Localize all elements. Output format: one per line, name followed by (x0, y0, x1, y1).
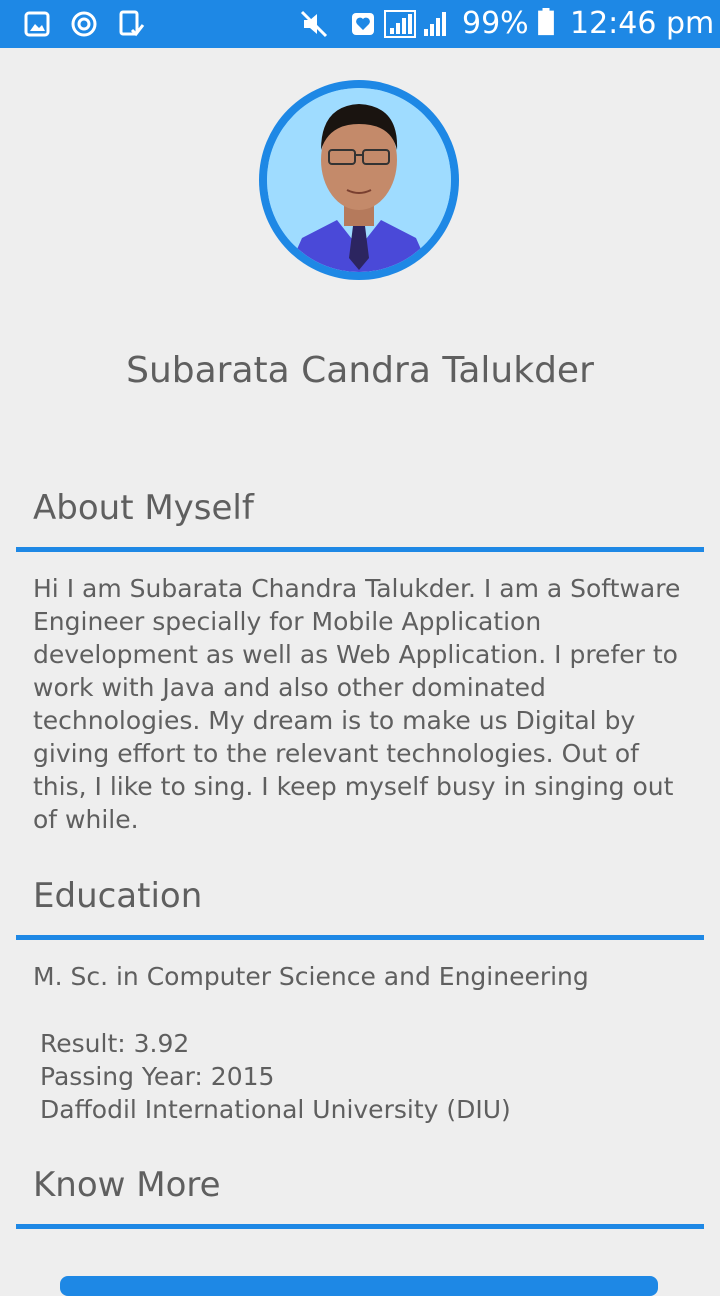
profile-name: Subarata Candra Talukder (126, 350, 594, 391)
education-degree: M. Sc. in Computer Science and Engineeri… (33, 962, 589, 991)
know-more-title: Know More (33, 1165, 221, 1205)
status-bar: 99% 12:46 pm (0, 0, 720, 48)
battery-icon (538, 8, 554, 36)
about-text: Hi I am Subarata Chandra Talukder. I am … (33, 574, 681, 834)
clock: 12:46 pm (570, 6, 715, 41)
profile-avatar[interactable] (259, 80, 459, 280)
signal-icon (424, 12, 446, 36)
education-divider (16, 935, 704, 940)
sync-icon (71, 11, 97, 37)
gallery-icon (24, 11, 50, 37)
mute-icon (300, 10, 328, 38)
about-divider (16, 547, 704, 552)
heart-status-icon (352, 13, 374, 35)
education-result: Result: 3.92 (40, 1029, 190, 1058)
task-check-icon (119, 10, 145, 37)
person-photo-icon (267, 88, 451, 272)
signal-icon (384, 10, 416, 38)
education-university: Daffodil International University (DIU) (40, 1095, 511, 1124)
know-more-divider (16, 1224, 704, 1229)
battery-percent: 99% (462, 6, 529, 41)
know-more-button[interactable] (60, 1276, 658, 1296)
avatar-photo (267, 88, 451, 272)
education-title: Education (33, 876, 203, 916)
about-title: About Myself (33, 488, 254, 528)
education-passing-year: Passing Year: 2015 (40, 1062, 275, 1091)
